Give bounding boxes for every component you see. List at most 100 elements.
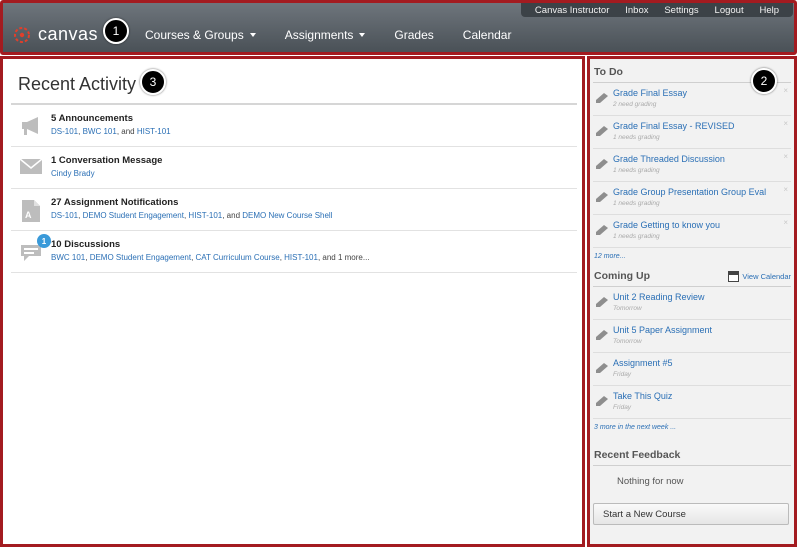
- todo-title-link[interactable]: Grade Final Essay: [613, 88, 687, 98]
- logout-link[interactable]: Logout: [715, 5, 744, 16]
- activity-conversations[interactable]: 1 Conversation Message Cindy Brady: [11, 147, 577, 189]
- activity-list: 5 Announcements DS-101, BWC 101, and HIS…: [11, 103, 577, 273]
- todo-subtitle: 1 needs grading: [613, 134, 660, 141]
- todo-subtitle: 1 needs grading: [613, 167, 660, 174]
- course-link[interactable]: DS-101: [51, 211, 78, 220]
- course-link[interactable]: HIST-101: [284, 253, 318, 262]
- todo-item[interactable]: Grade Getting to know you 1 needs grading…: [593, 215, 791, 248]
- recent-activity-panel: Recent Activity 5 Announcements DS-101, …: [0, 56, 585, 547]
- close-icon[interactable]: ×: [783, 218, 788, 227]
- page-title: Recent Activity: [18, 74, 137, 94]
- todo-subtitle: 1 needs grading: [613, 233, 660, 240]
- utility-nav: Canvas Instructor Inbox Settings Logout …: [521, 3, 793, 17]
- todo-title-link[interactable]: Grade Threaded Discussion: [613, 154, 725, 164]
- canvas-logo-icon: [14, 26, 30, 43]
- view-calendar-link[interactable]: View Calendar: [728, 270, 791, 282]
- coming-up-date: Friday: [613, 404, 632, 411]
- callout-badge-3: 3: [140, 69, 166, 95]
- canvas-logo[interactable]: canvas: [12, 24, 98, 45]
- nav-calendar[interactable]: Calendar: [463, 28, 512, 42]
- activity-title: 27 Assignment Notifications: [51, 197, 179, 208]
- pencil-icon: [593, 325, 611, 341]
- calendar-icon: [728, 270, 740, 282]
- nav-assignments[interactable]: Assignments: [285, 28, 366, 42]
- activity-title: 5 Announcements: [51, 113, 133, 124]
- todo-more-link[interactable]: 12 more...: [593, 248, 791, 266]
- course-link[interactable]: DEMO New Course Shell: [242, 211, 332, 220]
- feedback-empty-text: Nothing for now: [617, 476, 684, 487]
- coming-up-item[interactable]: Take This Quiz Friday: [593, 386, 791, 419]
- pencil-icon: [593, 187, 611, 203]
- unread-count-badge: 1: [37, 234, 51, 248]
- todo-title-link[interactable]: Grade Group Presentation Group Eval: [613, 187, 766, 197]
- pencil-icon: [593, 391, 611, 407]
- todo-title-link[interactable]: Grade Getting to know you: [613, 220, 720, 230]
- nav-grades[interactable]: Grades: [394, 28, 433, 42]
- nav-calendar-label: Calendar: [462, 28, 512, 42]
- todo-subtitle: 1 needs grading: [613, 200, 660, 207]
- coming-up-more-link[interactable]: 3 more in the next week ...: [593, 419, 791, 437]
- todo-subtitle: 2 need grading: [613, 101, 657, 108]
- pencil-icon: [593, 220, 611, 236]
- activity-links: BWC 101, DEMO Student Engagement, CAT Cu…: [51, 253, 370, 262]
- nav-assignments-label: Assignments: [284, 28, 354, 42]
- pencil-icon: [593, 88, 611, 104]
- todo-item[interactable]: Grade Threaded Discussion 1 needs grading…: [593, 149, 791, 182]
- inbox-link[interactable]: Inbox: [625, 5, 648, 16]
- close-icon[interactable]: ×: [783, 119, 788, 128]
- pencil-icon: [593, 121, 611, 137]
- pencil-icon: [593, 358, 611, 374]
- activity-links: Cindy Brady: [51, 169, 162, 178]
- activity-title: 10 Discussions: [51, 239, 121, 250]
- coming-up-title-link[interactable]: Assignment #5: [613, 358, 673, 368]
- todo-item[interactable]: Grade Final Essay - REVISED 1 needs gradi…: [593, 116, 791, 149]
- activity-assignments[interactable]: A 27 Assignment Notifications DS-101, DE…: [11, 189, 577, 231]
- course-link[interactable]: CAT Curriculum Course: [196, 253, 280, 262]
- course-link[interactable]: DEMO Student Engagement: [90, 253, 191, 262]
- activity-links: DS-101, BWC 101, and HIST-101: [51, 127, 171, 136]
- todo-title-link[interactable]: Grade Final Essay - REVISED: [613, 121, 735, 131]
- activity-links: DS-101, DEMO Student Engagement, HIST-10…: [51, 211, 333, 220]
- pencil-icon: [593, 154, 611, 170]
- right-sidebar: To Do Grade Final Essay 2 need grading × …: [587, 56, 797, 547]
- activity-announcements[interactable]: 5 Announcements DS-101, BWC 101, and HIS…: [11, 105, 577, 147]
- activity-discussions[interactable]: 1 10 Discussions BWC 101, DEMO Student E…: [11, 231, 577, 273]
- course-link[interactable]: BWC 101: [51, 253, 85, 262]
- coming-up-date: Tomorrow: [613, 305, 642, 312]
- close-icon[interactable]: ×: [783, 185, 788, 194]
- nav-courses-groups[interactable]: Courses & Groups: [145, 28, 256, 42]
- activity-title: 1 Conversation Message: [51, 155, 163, 166]
- course-link[interactable]: DS-101: [51, 127, 78, 136]
- megaphone-icon: [11, 113, 51, 137]
- coming-up-title-link[interactable]: Unit 5 Paper Assignment: [613, 325, 712, 335]
- coming-up-title-link[interactable]: Take This Quiz: [613, 391, 672, 401]
- course-link[interactable]: HIST-101: [137, 127, 171, 136]
- close-icon[interactable]: ×: [783, 86, 788, 95]
- nav-grades-label: Grades: [394, 28, 434, 42]
- discussion-icon: 1: [11, 234, 51, 263]
- close-icon[interactable]: ×: [783, 152, 788, 161]
- main-nav: Courses & Groups Assignments Grades Cale…: [145, 28, 540, 42]
- coming-up-date: Friday: [613, 371, 632, 378]
- course-link[interactable]: HIST-101: [188, 211, 222, 220]
- start-new-course-button[interactable]: Start a New Course: [593, 503, 789, 525]
- course-link[interactable]: BWC 101: [83, 127, 117, 136]
- settings-link[interactable]: Settings: [664, 5, 698, 16]
- coming-up-date: Tomorrow: [613, 338, 642, 345]
- coming-up-item[interactable]: Unit 5 Paper Assignment Tomorrow: [593, 320, 791, 353]
- help-link[interactable]: Help: [759, 5, 779, 16]
- user-link[interactable]: Cindy Brady: [51, 169, 95, 178]
- callout-badge-1: 1: [103, 18, 129, 44]
- user-name-link[interactable]: Canvas Instructor: [535, 5, 609, 16]
- todo-item[interactable]: Grade Group Presentation Group Eval 1 nee…: [593, 182, 791, 215]
- logo-wordmark: canvas: [38, 24, 99, 44]
- pencil-icon: [593, 292, 611, 308]
- course-link[interactable]: DEMO Student Engagement: [83, 211, 184, 220]
- chevron-down-icon: [359, 33, 366, 37]
- coming-up-item[interactable]: Unit 2 Reading Review Tomorrow: [593, 287, 791, 320]
- coming-up-item[interactable]: Assignment #5 Friday: [593, 353, 791, 386]
- coming-up-title-link[interactable]: Unit 2 Reading Review: [613, 292, 705, 302]
- assignment-icon: A: [11, 197, 51, 223]
- nav-courses-groups-label: Courses & Groups: [145, 28, 244, 42]
- coming-up-heading: Coming Up View Calendar: [593, 266, 791, 287]
